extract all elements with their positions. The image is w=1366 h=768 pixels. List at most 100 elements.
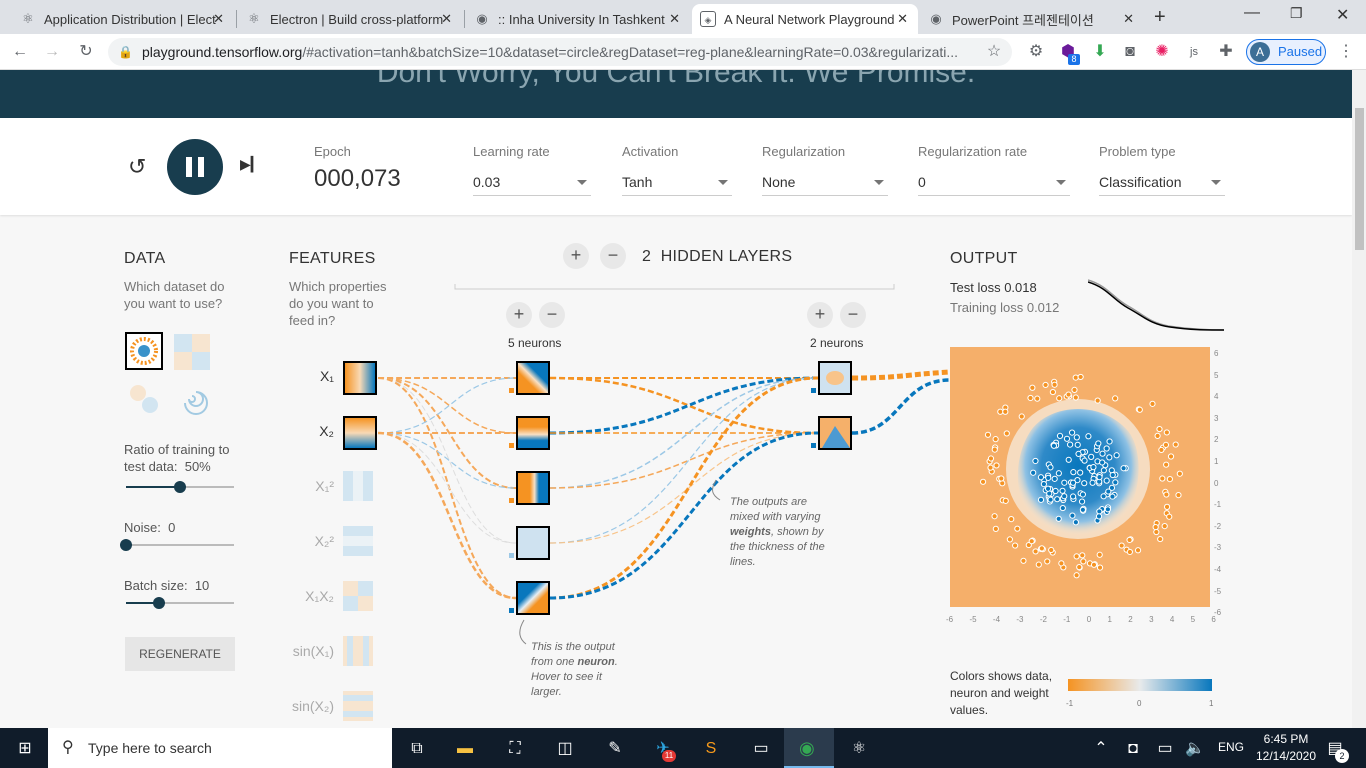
data-point-positive <box>1030 469 1037 476</box>
electron-icon[interactable]: ⚛ <box>848 738 870 760</box>
data-point-positive <box>1106 438 1113 445</box>
x-tick-label: 0 <box>1086 615 1092 624</box>
data-point-negative <box>1094 397 1101 404</box>
neuron-1-2[interactable] <box>516 416 550 450</box>
data-point-negative <box>1090 561 1098 568</box>
data-point-positive <box>1104 506 1111 513</box>
neuron-2-2[interactable] <box>818 416 852 450</box>
data-point-negative <box>987 455 995 462</box>
sublime-icon[interactable]: S <box>700 738 722 760</box>
weights-note: The outputs are mixed with varying weigh… <box>730 496 825 568</box>
data-point-negative <box>1126 536 1133 544</box>
test-loss: Test loss 0.018 <box>950 280 1037 295</box>
color-legend-note: Colors shows data, neuron and weight val… <box>950 669 1053 717</box>
y-tick-label: 5 <box>1214 370 1219 380</box>
meet-now-icon[interactable]: ◘ <box>1122 738 1144 760</box>
neuron-1-5[interactable] <box>516 581 550 615</box>
scrollbar-thumb[interactable] <box>1355 108 1364 250</box>
data-point-negative <box>987 464 994 471</box>
neuron-1-1[interactable] <box>516 361 550 395</box>
neuron-1-4[interactable] <box>516 526 550 560</box>
data-point-negative <box>979 478 987 485</box>
data-point-negative <box>1077 373 1084 381</box>
y-tick-label: -4 <box>1214 564 1222 574</box>
data-point-negative <box>1172 441 1179 448</box>
data-point-positive <box>1047 464 1054 471</box>
windows-start-icon[interactable]: ⊞ <box>14 738 36 760</box>
data-point-positive <box>1103 477 1110 484</box>
data-point-positive <box>1068 429 1076 436</box>
data-point-negative <box>1012 542 1019 549</box>
data-point-negative <box>1152 524 1159 531</box>
data-point-positive <box>1120 465 1127 472</box>
data-point-negative <box>1167 453 1175 460</box>
data-point-negative <box>997 408 1004 415</box>
remove-neuron-layer2-button[interactable]: − <box>840 302 866 328</box>
neuron-2-1[interactable] <box>818 361 852 395</box>
task-view-icon[interactable]: ⧉ <box>406 738 428 760</box>
data-point-positive <box>1065 456 1072 463</box>
data-point-positive <box>1073 434 1080 441</box>
data-point-positive <box>1069 493 1077 500</box>
data-point-positive <box>1079 506 1086 513</box>
data-point-negative <box>991 446 998 453</box>
x-tick-label: 1 <box>1107 615 1112 624</box>
data-point-negative <box>1112 395 1119 402</box>
output-decision-plot[interactable] <box>950 347 1210 607</box>
remove-neuron-layer1-button[interactable]: − <box>539 302 565 328</box>
data-point-positive <box>1100 493 1107 500</box>
data-point-positive <box>1099 459 1106 466</box>
data-point-positive <box>1070 469 1077 476</box>
add-neuron-layer1-button[interactable]: + <box>506 302 532 328</box>
add-layer-button[interactable]: + <box>563 243 589 269</box>
terminal-icon[interactable]: ▭ <box>750 738 772 760</box>
data-point-negative <box>1044 558 1051 565</box>
x-tick-label: -2 <box>1039 615 1047 624</box>
paint-icon[interactable]: ✎ <box>604 738 626 760</box>
file-explorer-icon[interactable]: ▬ <box>454 738 476 760</box>
y-tick-label: 1 <box>1214 456 1219 466</box>
y-tick-label: -5 <box>1214 586 1222 596</box>
y-tick-label: 4 <box>1214 392 1219 402</box>
neuron-1-3[interactable] <box>516 471 550 505</box>
data-point-negative <box>1002 408 1009 415</box>
data-point-negative <box>1073 572 1080 579</box>
y-tick-label: 2 <box>1214 435 1219 445</box>
data-point-positive <box>1095 513 1103 520</box>
data-point-negative <box>1038 545 1045 552</box>
add-neuron-layer2-button[interactable]: + <box>807 302 833 328</box>
store-icon[interactable]: ⛶ <box>504 738 526 760</box>
chrome-taskbar-button[interactable]: ◉ <box>784 728 834 768</box>
data-point-negative <box>1035 561 1042 568</box>
battery-icon[interactable]: ▭ <box>1154 738 1176 760</box>
data-point-negative <box>1163 491 1170 498</box>
data-point-positive <box>1059 487 1066 494</box>
data-point-positive <box>1056 432 1064 440</box>
x-tick-label: -5 <box>969 615 977 624</box>
taskbar-search-box[interactable]: ⚲ Type here to search <box>48 728 392 768</box>
x-tick-label: -4 <box>992 615 1001 624</box>
data-point-positive <box>1051 475 1058 482</box>
data-point-negative <box>1136 406 1143 413</box>
data-point-negative <box>1162 441 1170 449</box>
app-icon[interactable]: ◫ <box>554 738 576 760</box>
data-point-negative <box>1003 430 1010 437</box>
data-point-positive <box>1040 481 1048 488</box>
data-point-negative <box>1159 475 1166 482</box>
data-point-negative <box>1163 429 1170 436</box>
data-point-negative <box>1072 394 1079 401</box>
clock-date[interactable]: 12/14/2020 <box>1250 749 1322 763</box>
data-point-negative <box>1014 525 1021 532</box>
remove-layer-button[interactable]: − <box>600 243 626 269</box>
volume-icon[interactable]: 🔈 <box>1184 738 1206 760</box>
data-point-positive <box>1045 474 1052 481</box>
clock-time[interactable]: 6:45 PM <box>1256 732 1316 746</box>
y-tick-label: -3 <box>1214 543 1222 553</box>
data-point-positive <box>1037 474 1045 481</box>
output-heading: OUTPUT <box>950 250 1018 267</box>
x-tick-label: -6 <box>946 615 954 624</box>
data-point-negative <box>1018 413 1025 420</box>
page-scrollbar[interactable] <box>1352 70 1366 728</box>
data-point-negative <box>1027 394 1034 402</box>
chevron-up-icon[interactable]: ⌃ <box>1090 738 1112 760</box>
